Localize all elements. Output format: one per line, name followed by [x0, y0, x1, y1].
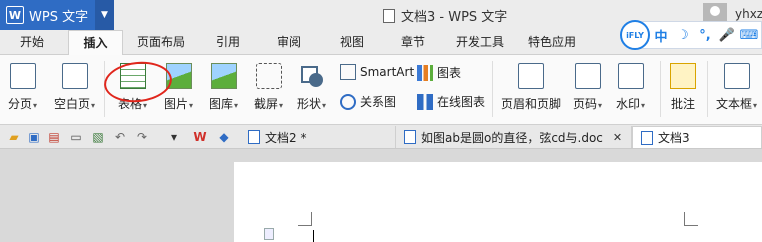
wps-logo-icon: W	[6, 6, 24, 24]
page-break-icon	[9, 63, 36, 89]
doc-tab-label: 如图ab是圆o的直径，弦cd与.doc	[421, 130, 603, 145]
window-title: 文档3 - WPS 文字	[383, 6, 507, 25]
shapes-icon	[299, 63, 325, 89]
smartart-button[interactable]: SmartArt	[340, 64, 414, 80]
tab-developer[interactable]: 开发工具	[448, 30, 512, 55]
doc-tab[interactable]: 如图ab是圆o的直径，弦cd与.doc ✕	[396, 126, 632, 148]
doc-tab-label: 文档3	[658, 131, 690, 145]
chart-label: 图表	[437, 66, 462, 80]
tab-section[interactable]: 章节	[393, 30, 433, 55]
doc-tab-label: 文档2 *	[265, 130, 307, 145]
chart-icon	[417, 64, 433, 81]
ifly-toolbar: iFLY 中 ☽ °, 🎤 ⌨	[620, 20, 762, 50]
relation-chart-button[interactable]: 关系图	[340, 93, 396, 110]
app-name: WPS 文字	[29, 9, 89, 25]
document-icon	[404, 130, 416, 144]
chevron-down-icon[interactable]: ▼	[95, 0, 114, 30]
gallery-button[interactable]: 图库▾	[209, 63, 238, 112]
comment-label: 批注	[670, 97, 695, 111]
textbox-icon	[723, 63, 750, 89]
online-chart-label: 在线图表	[437, 95, 486, 109]
picture-label: 图片	[164, 97, 189, 111]
close-icon[interactable]: ✕	[613, 131, 622, 144]
screenshot-label: 截屏	[254, 97, 279, 111]
paragraph-icon[interactable]	[264, 228, 274, 240]
document-icon	[248, 130, 260, 144]
gallery-label: 图库	[209, 97, 234, 111]
window-title-text: 文档3 - WPS 文字	[401, 10, 508, 25]
online-chart-button[interactable]: 在线图表	[417, 93, 485, 110]
redo-icon[interactable]: ↷	[134, 129, 150, 145]
print-icon[interactable]: ▭	[68, 129, 84, 145]
export-pdf-icon[interactable]: ▤	[46, 129, 62, 145]
microphone-icon[interactable]: 🎤	[716, 28, 738, 43]
punctuation-icon[interactable]: °,	[694, 28, 716, 43]
blank-page-label: 空白页	[54, 97, 91, 111]
watermark-icon	[617, 63, 644, 89]
cube-icon[interactable]: ◆	[216, 129, 232, 145]
comment-icon	[670, 63, 696, 89]
doc-tab[interactable]: 文档2 *	[240, 126, 396, 148]
relation-chart-label: 关系图	[360, 95, 397, 109]
page-break-label: 分页	[8, 97, 33, 111]
page-number-icon	[574, 63, 601, 89]
open-folder-icon[interactable]: ▰	[6, 129, 22, 145]
header-footer-label: 页眉和页脚	[501, 97, 562, 111]
document-icon	[641, 130, 653, 145]
textbox-button[interactable]: 文本框▾	[716, 63, 757, 112]
chevron-down-icon[interactable]: ▾	[166, 129, 182, 145]
smartart-label: SmartArt	[360, 65, 415, 79]
quick-access-bar: ▰ ▣ ▤ ▭ ▧ ↶ ↷ ▾ W ◆ 文档2 * 如图ab是圆o的直径，弦cd…	[0, 125, 762, 149]
tab-features[interactable]: 特色应用	[520, 30, 584, 55]
document-icon	[383, 8, 395, 23]
chart-button[interactable]: 图表	[417, 64, 461, 81]
app-menu-button[interactable]: W WPS 文字 ▼	[0, 0, 114, 30]
undo-icon[interactable]: ↶	[112, 129, 128, 145]
online-chart-icon	[417, 93, 433, 110]
separator	[492, 61, 493, 117]
page-break-button[interactable]: 分页▾	[8, 63, 37, 112]
margin-corner-mark	[684, 212, 698, 226]
watermark-label: 水印	[616, 97, 641, 111]
moon-icon[interactable]: ☽	[672, 28, 694, 43]
gallery-icon	[210, 63, 237, 89]
separator	[707, 61, 708, 117]
tab-insert[interactable]: 插入	[68, 30, 123, 56]
document-page[interactable]	[234, 162, 762, 242]
ifly-logo-icon[interactable]: iFLY	[620, 20, 650, 50]
margin-corner-mark	[298, 212, 312, 226]
blank-page-button[interactable]: 空白页▾	[54, 63, 95, 112]
screenshot-button[interactable]: 截屏▾	[254, 63, 283, 112]
wps-logo-icon[interactable]: W	[192, 129, 208, 145]
chinese-mode-icon[interactable]: 中	[650, 26, 672, 45]
page-number-label: 页码	[573, 97, 598, 111]
tab-references[interactable]: 引用	[208, 30, 248, 55]
smartart-icon	[340, 64, 356, 80]
username[interactable]: yhxz	[735, 7, 762, 21]
print-preview-icon[interactable]: ▧	[90, 129, 106, 145]
document-canvas	[0, 149, 762, 242]
separator	[660, 61, 661, 117]
tab-start[interactable]: 开始	[10, 30, 54, 55]
doc-tab-active[interactable]: 文档3	[632, 126, 762, 148]
watermark-button[interactable]: 水印▾	[616, 63, 645, 112]
header-footer-button[interactable]: 页眉和页脚	[501, 63, 561, 112]
text-cursor	[313, 230, 314, 242]
header-footer-icon	[518, 63, 544, 89]
shapes-button[interactable]: 形状▾	[297, 63, 326, 112]
relation-chart-icon	[340, 93, 356, 110]
shapes-label: 形状	[297, 97, 322, 111]
tab-review[interactable]: 审阅	[269, 30, 309, 55]
scissors-icon	[255, 63, 282, 89]
keyboard-icon[interactable]: ⌨	[738, 28, 760, 43]
blank-page-icon	[61, 63, 88, 89]
comment-button[interactable]: 批注	[670, 63, 696, 112]
textbox-label: 文本框	[716, 97, 753, 111]
page-number-button[interactable]: 页码▾	[573, 63, 602, 112]
tab-page-layout[interactable]: 页面布局	[131, 30, 191, 55]
save-icon[interactable]: ▣	[26, 129, 42, 145]
tab-view[interactable]: 视图	[332, 30, 372, 55]
